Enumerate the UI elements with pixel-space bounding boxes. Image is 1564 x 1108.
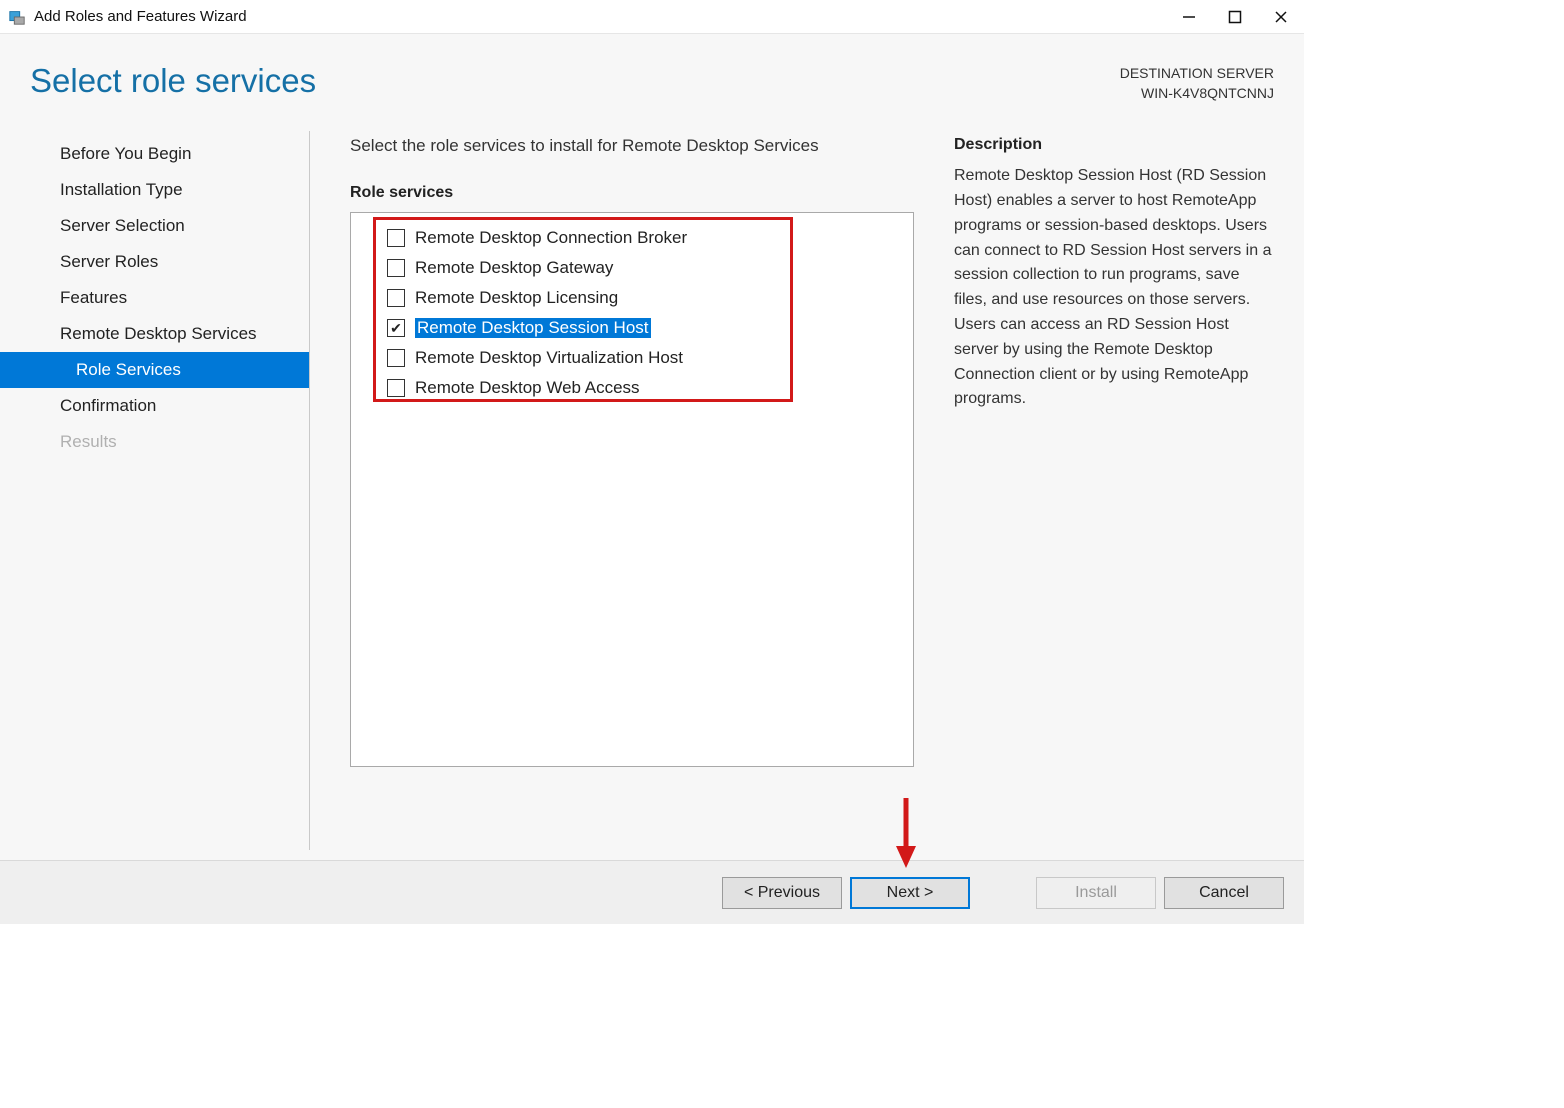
description-label: Description xyxy=(954,136,1274,154)
body: Before You BeginInstallation TypeServer … xyxy=(0,121,1304,860)
sidebar-item[interactable]: Before You Begin xyxy=(0,136,310,172)
sidebar-item[interactable]: Confirmation xyxy=(0,388,310,424)
maximize-button[interactable] xyxy=(1212,0,1258,33)
role-service-label: Remote Desktop Web Access xyxy=(415,378,640,398)
minimize-button[interactable] xyxy=(1166,0,1212,33)
role-service-item[interactable]: ✔ Remote Desktop Session Host xyxy=(387,315,903,341)
instruction-text: Select the role services to install for … xyxy=(350,136,914,156)
footer: < Previous Next > Install Cancel xyxy=(0,860,1304,924)
page-title: Select role services xyxy=(30,62,316,100)
checkbox[interactable] xyxy=(387,289,405,307)
window-icon xyxy=(8,8,26,26)
sidebar-item[interactable]: Server Roles xyxy=(0,244,310,280)
sidebar: Before You BeginInstallation TypeServer … xyxy=(0,121,310,860)
destination-server-info: DESTINATION SERVER WIN-K4V8QNTCNNJ xyxy=(1120,62,1274,103)
destination-server-name: WIN-K4V8QNTCNNJ xyxy=(1120,84,1274,104)
role-service-label: Remote Desktop Gateway xyxy=(415,258,613,278)
sidebar-item[interactable]: Role Services xyxy=(0,352,310,388)
install-button: Install xyxy=(1036,877,1156,909)
sidebar-item[interactable]: Features xyxy=(0,280,310,316)
window-title: Add Roles and Features Wizard xyxy=(34,8,247,25)
checkbox[interactable] xyxy=(387,379,405,397)
role-services-list[interactable]: Remote Desktop Connection Broker Remote D… xyxy=(350,212,914,767)
destination-label: DESTINATION SERVER xyxy=(1120,64,1274,84)
sidebar-item[interactable]: Remote Desktop Services xyxy=(0,316,310,352)
sidebar-item[interactable]: Installation Type xyxy=(0,172,310,208)
checkbox[interactable]: ✔ xyxy=(387,319,405,337)
titlebar: Add Roles and Features Wizard xyxy=(0,0,1304,34)
sidebar-item[interactable]: Server Selection xyxy=(0,208,310,244)
header: Select role services DESTINATION SERVER … xyxy=(0,34,1304,121)
role-service-label: Remote Desktop Virtualization Host xyxy=(415,348,683,368)
checkbox[interactable] xyxy=(387,229,405,247)
next-button[interactable]: Next > xyxy=(850,877,970,909)
wizard-window: Add Roles and Features Wizard Select rol… xyxy=(0,0,1304,924)
description-text: Remote Desktop Session Host (RD Session … xyxy=(954,164,1274,412)
role-service-label: Remote Desktop Session Host xyxy=(415,318,651,338)
role-service-label: Remote Desktop Licensing xyxy=(415,288,618,308)
role-service-item[interactable]: Remote Desktop Gateway xyxy=(387,255,903,281)
role-service-item[interactable]: Remote Desktop Virtualization Host xyxy=(387,345,903,371)
role-services-label: Role services xyxy=(350,184,914,202)
role-service-item[interactable]: Remote Desktop Web Access xyxy=(387,375,903,401)
window-controls xyxy=(1166,0,1304,33)
role-service-item[interactable]: Remote Desktop Connection Broker xyxy=(387,225,903,251)
role-service-item[interactable]: Remote Desktop Licensing xyxy=(387,285,903,311)
checkbox[interactable] xyxy=(387,259,405,277)
previous-button[interactable]: < Previous xyxy=(722,877,842,909)
sidebar-item: Results xyxy=(0,424,310,460)
main-content: Select the role services to install for … xyxy=(310,121,1304,860)
checkbox[interactable] xyxy=(387,349,405,367)
close-button[interactable] xyxy=(1258,0,1304,33)
cancel-button[interactable]: Cancel xyxy=(1164,877,1284,909)
role-service-label: Remote Desktop Connection Broker xyxy=(415,228,687,248)
